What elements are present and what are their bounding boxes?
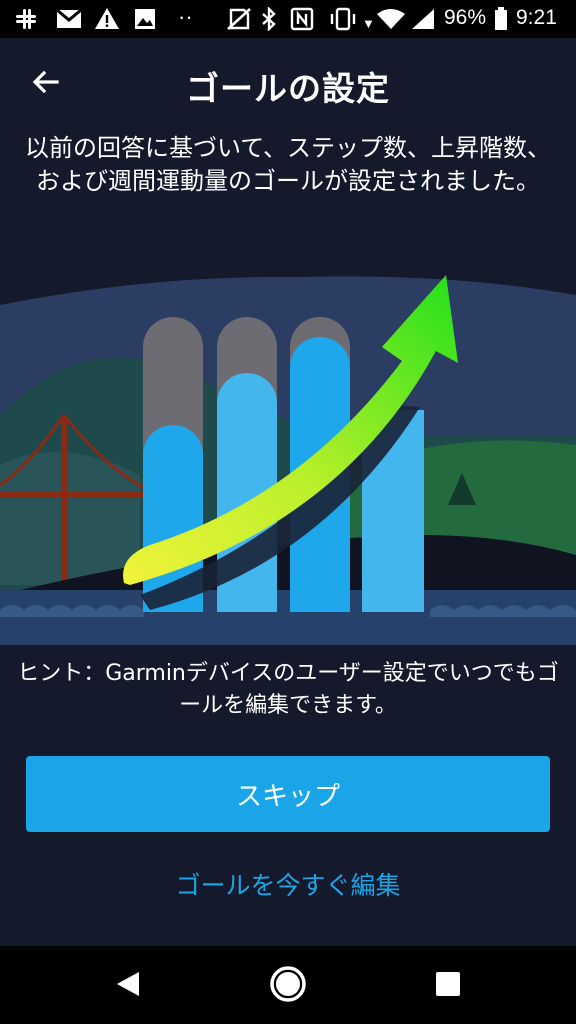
triangle-back-icon [113, 969, 143, 1003]
vibrate-icon [328, 7, 358, 36]
nfc-icon [290, 7, 314, 36]
circle-home-icon [268, 964, 308, 1008]
hint-text: ヒント：Garminデバイスのユーザー設定でいつでもゴールを編集できます。 [17, 661, 559, 718]
app-screen: ·· ▼ 96% 9:21 ゴールの設定 以前の回答に基づいて、ステップ数、上昇… [0, 0, 576, 1024]
goal-growth-illustration [0, 265, 576, 645]
edit-goals-now-link[interactable]: ゴールを今すぐ編集 [0, 866, 576, 902]
nav-home-button[interactable] [266, 964, 310, 1008]
nav-recents-button[interactable] [426, 964, 470, 1008]
clock-time: 9:21 [516, 6, 557, 29]
gmail-icon [56, 7, 82, 36]
system-nav-bar [0, 946, 576, 1024]
data-arrow-icon: ▼ [362, 16, 375, 31]
slack-icon [14, 7, 38, 36]
goals-description: 以前の回答に基づいて、ステップ数、上昇階数、および週間運動量のゴールが設定されま… [24, 134, 552, 195]
battery-icon [494, 7, 508, 36]
status-bar: ·· ▼ 96% 9:21 [0, 0, 576, 38]
nav-back-button[interactable] [106, 964, 150, 1008]
no-sim-icon [226, 7, 252, 36]
signal-icon [410, 7, 436, 36]
bluetooth-icon [260, 6, 278, 36]
more-dots-icon: ·· [178, 4, 193, 29]
battery-percent: 96% [444, 6, 487, 29]
wifi-icon [376, 7, 406, 36]
page-title: ゴールの設定 [186, 69, 390, 108]
warning-icon [94, 7, 120, 36]
skip-button[interactable]: スキップ [26, 756, 550, 832]
image-icon [134, 7, 156, 36]
square-recents-icon [435, 971, 461, 1001]
